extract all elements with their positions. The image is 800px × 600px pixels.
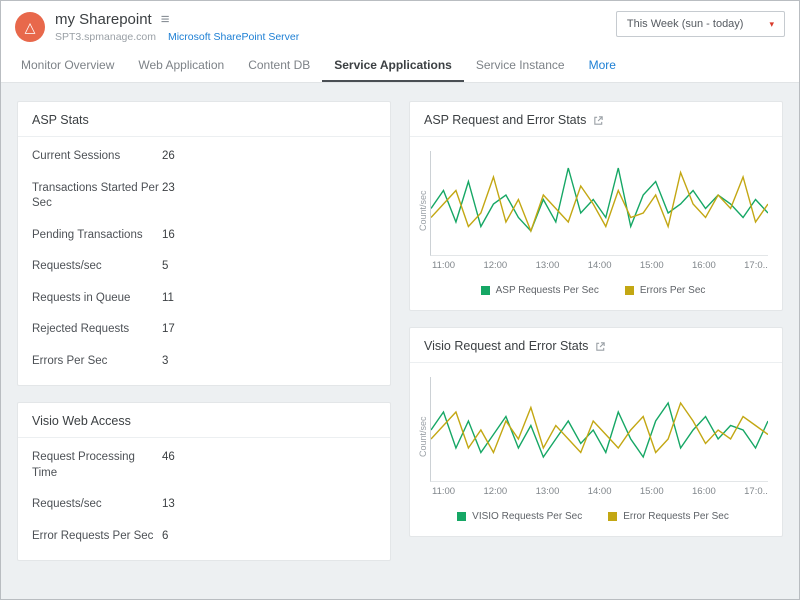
asp-chart-title: ASP Request and Error Stats [424,113,586,127]
visio-stats-rows: Request Processing Time 46 Requests/sec … [18,438,390,560]
visio-line-chart[interactable] [430,377,768,482]
asp-stats-title: ASP Stats [18,102,390,137]
tab-monitor-overview[interactable]: Monitor Overview [9,49,126,82]
legend-item[interactable]: Errors Per Sec [625,285,706,296]
stat-row: Requests/sec 13 [18,489,390,521]
legend-swatch-icon [457,512,466,521]
external-link-icon[interactable] [595,341,606,352]
asp-line-chart[interactable] [430,151,768,256]
tab-bar: Monitor Overview Web Application Content… [1,49,799,83]
tab-more[interactable]: More [577,49,628,82]
asp-chart-legend: ASP Requests Per Sec Errors Per Sec [418,271,768,310]
tab-content-db[interactable]: Content DB [236,49,322,82]
monitor-logo: △ [15,12,45,42]
legend-item[interactable]: VISIO Requests Per Sec [457,511,582,522]
host-name: SPT3.spmanage.com [55,31,156,43]
tab-service-applications[interactable]: Service Applications [322,49,464,82]
stat-row: Error Requests Per Sec 6 [18,521,390,553]
tab-web-application[interactable]: Web Application [126,49,236,82]
x-axis-ticks: 11:0012:0013:0014:0015:0016:0017:0.. [430,256,768,271]
legend-swatch-icon [481,286,490,295]
app-window: △ my Sharepoint ≡ SPT3.spmanage.com Micr… [0,0,800,600]
visio-web-access-title: Visio Web Access [18,403,390,438]
stat-row: Transactions Started Per Sec 23 [18,173,390,220]
visio-chart-body: Count/sec 11:0012:0013:0014:0015:0016:00… [410,363,782,536]
tab-service-instance[interactable]: Service Instance [464,49,577,82]
legend-swatch-icon [608,512,617,521]
legend-item[interactable]: Error Requests Per Sec [608,511,729,522]
stat-row: Request Processing Time 46 [18,442,390,489]
dashboard-content: ASP Stats Current Sessions 26 Transactio… [1,83,799,599]
asp-chart-body: Count/sec 11:0012:0013:0014:0015:0016:00… [410,137,782,310]
stat-row: Rejected Requests 17 [18,314,390,346]
time-range-select[interactable]: This Week (sun - today) ▾ [616,11,785,37]
asp-stats-card: ASP Stats Current Sessions 26 Transactio… [17,101,391,386]
stat-row: Errors Per Sec 3 [18,346,390,378]
triangle-icon: △ [25,19,36,36]
y-axis-label: Count/sec [418,151,430,271]
left-column: ASP Stats Current Sessions 26 Transactio… [17,101,391,581]
stat-row: Requests/sec 5 [18,251,390,283]
visio-request-error-chart-card: Visio Request and Error Stats Count/sec [409,327,783,537]
stat-row: Requests in Queue 11 [18,283,390,315]
title-block: my Sharepoint ≡ SPT3.spmanage.com Micros… [55,11,299,43]
stat-row: Current Sessions 26 [18,141,390,173]
right-column: ASP Request and Error Stats Count/sec [409,101,783,581]
page-title: my Sharepoint [55,11,152,28]
time-range-value: This Week (sun - today) [627,18,744,30]
x-axis-ticks: 11:0012:0013:0014:0015:0016:0017:0.. [430,482,768,497]
caret-down-icon: ▾ [769,19,774,30]
external-link-icon[interactable] [593,115,604,126]
app-header: △ my Sharepoint ≡ SPT3.spmanage.com Micr… [1,1,799,49]
asp-request-error-chart-card: ASP Request and Error Stats Count/sec [409,101,783,311]
hamburger-menu-icon[interactable]: ≡ [161,12,170,27]
legend-item[interactable]: ASP Requests Per Sec [481,285,599,296]
visio-chart-legend: VISIO Requests Per Sec Error Requests Pe… [418,497,768,536]
stat-row: Pending Transactions 16 [18,220,390,252]
y-axis-label: Count/sec [418,377,430,497]
visio-chart-title: Visio Request and Error Stats [424,339,588,353]
legend-swatch-icon [625,286,634,295]
asp-stats-rows: Current Sessions 26 Transactions Started… [18,137,390,385]
server-type-link[interactable]: Microsoft SharePoint Server [168,31,299,43]
visio-web-access-card: Visio Web Access Request Processing Time… [17,402,391,561]
